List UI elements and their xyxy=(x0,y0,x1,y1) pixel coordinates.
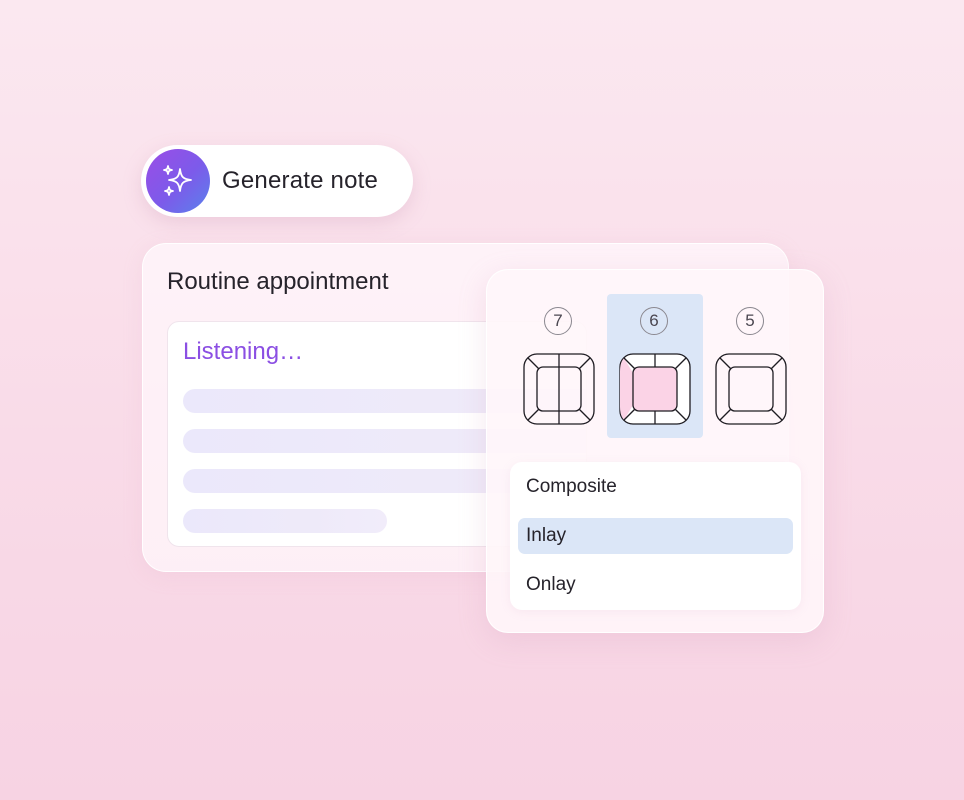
tooth-number: 5 xyxy=(736,307,764,335)
sparkles-icon xyxy=(146,149,210,213)
tooth-number: 6 xyxy=(640,307,668,335)
tooth-diagram-icon xyxy=(619,353,691,425)
listening-status: Listening… xyxy=(183,338,304,365)
tooth-7[interactable]: 7 xyxy=(511,294,607,438)
tooth-5[interactable]: 5 xyxy=(703,294,799,438)
appointment-title: Routine appointment xyxy=(167,268,389,295)
generate-note-label: Generate note xyxy=(222,167,379,194)
option-inlay[interactable]: Inlay xyxy=(518,518,793,554)
option-composite[interactable]: Composite xyxy=(518,469,793,505)
tooth-number: 7 xyxy=(544,307,572,335)
tooth-6[interactable]: 6 xyxy=(607,294,703,438)
placeholder-line xyxy=(183,509,387,533)
tooth-chart-card: 7 6 5 Composite Inlay Onlay xyxy=(486,269,824,633)
option-onlay[interactable]: Onlay xyxy=(518,567,793,603)
generate-note-button[interactable]: Generate note xyxy=(141,145,413,217)
restoration-options-list: Composite Inlay Onlay xyxy=(510,462,801,610)
tooth-diagram-icon xyxy=(523,353,595,425)
tooth-diagram-icon xyxy=(715,353,787,425)
